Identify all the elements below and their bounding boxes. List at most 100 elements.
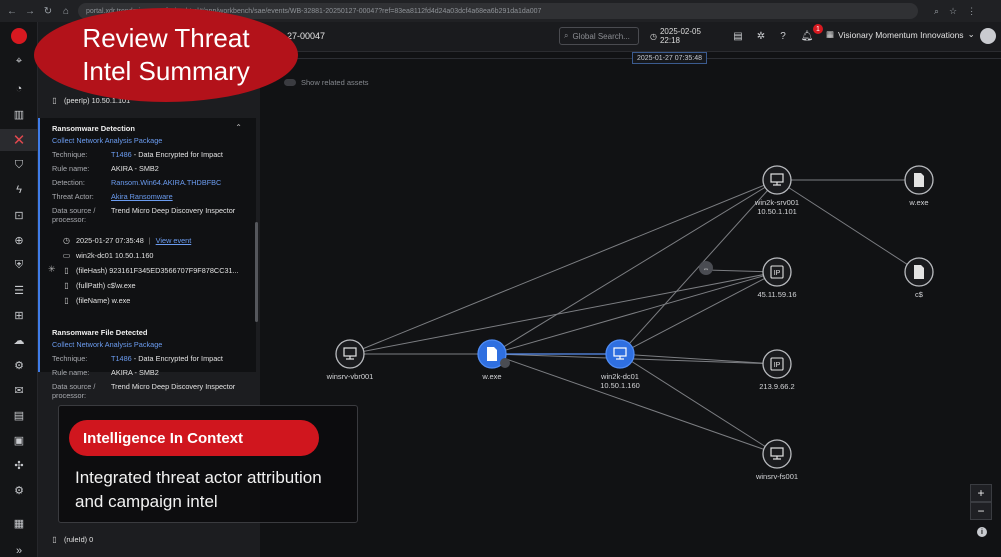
review-threat-intel-title: Review Threat Intel Summary — [34, 8, 298, 102]
home-icon[interactable]: ⌂ — [60, 6, 72, 17]
data-source-label: Data source / processor: — [52, 382, 96, 400]
full-path-row: ▯ (fullPath) c$\w.exe — [52, 281, 256, 290]
admin-icon[interactable]: ▦ — [10, 514, 28, 532]
map-pin-icon[interactable]: ⌖ — [10, 52, 28, 70]
threat-intel-icon[interactable]: ⛉ — [10, 156, 28, 174]
node-icon[interactable]: ✣ — [10, 456, 28, 474]
lock-icon[interactable]: ⊡ — [10, 206, 28, 224]
event-time-row: ◷ 2025-01-27 07:35:48 | View event — [63, 236, 192, 245]
file-name-row: ▯ (fileName) w.exe — [52, 296, 256, 305]
technique-label: Technique: — [52, 150, 88, 159]
document-icon[interactable]: ▤ — [731, 29, 745, 43]
org-selector[interactable]: ▦ Visionary Momentum Innovations ⌄ — [826, 29, 975, 40]
graph-node-c-share[interactable]: c$ — [904, 257, 934, 299]
database-icon[interactable]: ☰ — [10, 281, 28, 299]
gear-shield-icon[interactable]: ⚙ — [10, 356, 28, 374]
document-stack-icon[interactable]: ▤ — [10, 406, 28, 424]
xdr-icon[interactable]: ✕ — [10, 131, 28, 149]
file-icon — [914, 173, 924, 187]
file-hash-value: (fileHash) 923161F345ED3566707F9F878CC31… — [76, 266, 239, 275]
network-icon[interactable]: ⊞ — [10, 306, 28, 324]
file-icon: ▯ — [52, 535, 57, 544]
node-label: c$ — [915, 290, 924, 299]
file-name-value: (fileName) w.exe — [76, 296, 131, 305]
mail-icon[interactable]: ✉ — [10, 381, 28, 399]
left-nav-rail: ⌖ ◔ ▥ ✕ ⛉ ϟ ⊡ ⊕ ⛨ ☰ ⊞ ☁ ⚙ ✉ ▤ ▣ ✣ ⚙ ▦ » — [0, 22, 38, 557]
tree-expand-icon[interactable]: ✳ — [48, 264, 56, 275]
rule-id-snippet: ▯ (ruleId) 0 — [50, 535, 93, 544]
clock-icon: ◷ — [63, 236, 70, 245]
rule-name-row: Rule name: AKIRA - SMB2 — [52, 368, 256, 377]
node-label: win2k-srv001 — [754, 198, 799, 207]
datetime-display: ◷ 2025-02-05 22:18 — [650, 27, 722, 45]
threat-actor-link[interactable]: Akira Ransomware — [111, 192, 173, 201]
title-line-1: Review Threat — [82, 23, 250, 53]
bolt-icon[interactable]: ϟ — [10, 181, 28, 199]
rule-name-value: AKIRA - SMB2 — [111, 368, 159, 377]
forward-icon[interactable]: → — [24, 6, 36, 17]
reload-icon[interactable]: ↻ — [42, 6, 54, 17]
report-chart-icon[interactable]: ▥ — [10, 105, 28, 123]
node-label: 45.11.59.16 — [757, 290, 796, 299]
cloud-icon[interactable]: ☁ — [10, 331, 28, 349]
star-icon[interactable]: ☆ — [949, 6, 957, 17]
attack-graph[interactable]: ⇔ winsrv-vbr001 w.exe win2k-dc0110.50.1.16… — [260, 64, 1001, 557]
search-globe-icon[interactable]: ⊕ — [10, 231, 28, 249]
title-line-2: Intel Summary — [82, 56, 250, 86]
extensions-icon[interactable]: ⋮ — [967, 6, 976, 17]
graph-node-win2k-srv001[interactable]: win2k-srv00110.50.1.101 — [754, 165, 799, 216]
back-icon[interactable]: ← — [6, 6, 18, 17]
card-title: Ransomware File Detected — [52, 328, 148, 337]
data-source-label: Data source / processor: — [52, 206, 96, 224]
timeline-marker[interactable]: 2025-01-27 07:35:48 — [632, 52, 707, 64]
detection-link[interactable]: Ransom.Win64.AKIRA.THDBFBC — [111, 178, 221, 187]
graph-node-winsrv-fs001[interactable]: winsrv-fs001 — [755, 439, 798, 481]
detection-label: Detection: — [52, 178, 85, 187]
data-source-row: Data source / processor: Trend Micro Dee… — [52, 206, 256, 224]
gear-icon[interactable]: ⚙ — [10, 481, 28, 499]
notification-badge: 1 — [813, 24, 823, 34]
help-icon[interactable]: ? — [776, 29, 790, 43]
info-icon[interactable]: i — [977, 527, 987, 537]
technique-id-link[interactable]: T1486 — [111, 150, 132, 159]
panel-scrollbar[interactable] — [255, 222, 258, 322]
global-search[interactable]: ⌕ Global Search... — [559, 27, 639, 45]
file-icon: ▯ — [64, 281, 69, 290]
collect-package-link[interactable]: Collect Network Analysis Package — [52, 136, 256, 145]
collect-package-link[interactable]: Collect Network Analysis Package — [52, 340, 256, 349]
bell-icon[interactable]: 🔔︎ — [800, 29, 814, 43]
layers-icon[interactable]: ▣ — [10, 431, 28, 449]
expand-rail-icon[interactable]: » — [10, 542, 28, 557]
technique-name: - Data Encrypted for Impact — [131, 354, 223, 363]
zoom-out-button[interactable]: − — [970, 502, 992, 520]
search-icon: ⌕ — [564, 31, 569, 40]
file-icon: ▯ — [64, 266, 69, 275]
view-event-link[interactable]: View event — [156, 236, 192, 245]
intelligence-body: Integrated threat actor attribution and … — [75, 468, 322, 511]
dashboard-gauge-icon[interactable]: ◔ — [10, 80, 28, 98]
technique-id-link[interactable]: T1486 — [111, 354, 132, 363]
settings-share-icon[interactable]: ✲ — [754, 29, 768, 43]
node-label: winsrv-vbr001 — [326, 372, 374, 381]
shield-icon[interactable]: ⛨ — [10, 256, 28, 274]
edge-midpoint-marker[interactable]: ⇔ — [699, 261, 713, 275]
zoom-icon[interactable]: ⌕ — [934, 6, 939, 17]
file-icon: ▯ — [52, 96, 57, 105]
graph-node-w-exe-right[interactable]: w.exe — [904, 165, 934, 207]
trend-logo[interactable] — [11, 28, 27, 44]
threat-actor-label: Threat Actor: — [52, 192, 94, 201]
zoom-in-button[interactable]: + — [970, 484, 992, 502]
clock-icon: ◷ — [650, 31, 657, 41]
monitor-icon: ▭ — [62, 251, 71, 260]
technique-row: Technique: T1486 - Data Encrypted for Im… — [52, 354, 256, 363]
node-label: w.exe — [481, 372, 501, 381]
timeline-track — [260, 58, 1001, 59]
intelligence-pill: Intelligence In Context — [69, 420, 319, 456]
graph-node-ip-213[interactable]: IP 213.9.66.2 — [759, 349, 795, 391]
graph-node-winsrv-vbr001[interactable]: winsrv-vbr001 — [326, 339, 374, 381]
building-icon: ▦ — [826, 29, 835, 39]
avatar[interactable] — [980, 28, 996, 44]
graph-node-win2k-dc01[interactable]: win2k-dc0110.50.1.160 — [600, 339, 640, 390]
graph-node-ip-45[interactable]: IP 45.11.59.16 — [757, 257, 797, 299]
chevron-up-icon[interactable]: ⌃ — [235, 123, 242, 132]
